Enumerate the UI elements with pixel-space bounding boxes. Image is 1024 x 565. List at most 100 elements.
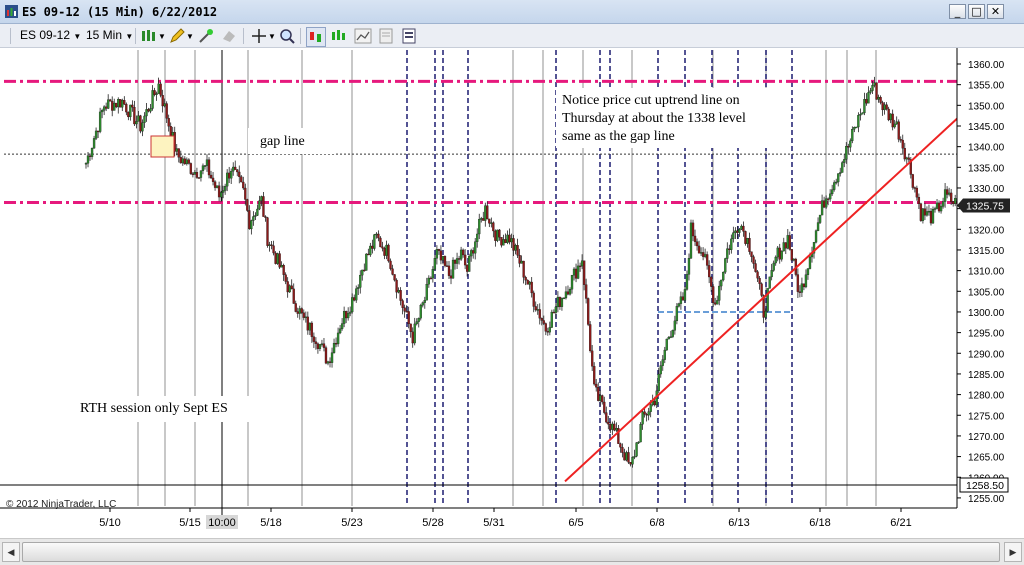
candle-body bbox=[887, 108, 890, 121]
candle-body bbox=[784, 242, 787, 249]
candle-body bbox=[280, 265, 283, 268]
x-tick-label: 5/28 bbox=[422, 517, 443, 529]
x-tick-label: 5/31 bbox=[483, 517, 504, 529]
template-icon[interactable] bbox=[377, 27, 395, 45]
candle-body bbox=[703, 254, 707, 257]
candle-body bbox=[568, 289, 572, 295]
candle-body bbox=[845, 146, 848, 160]
candle-body bbox=[121, 100, 124, 108]
candle-body bbox=[605, 412, 608, 423]
candle-body bbox=[492, 222, 495, 232]
candle-body bbox=[363, 269, 366, 272]
candle-body bbox=[373, 234, 376, 249]
y-tick-label: 1270.00 bbox=[968, 432, 1005, 443]
maximize-button[interactable]: □ bbox=[968, 4, 985, 19]
candle-body bbox=[574, 268, 578, 279]
ohlc-style-icon[interactable] bbox=[330, 27, 348, 45]
chevron-down-icon[interactable]: ▼ bbox=[158, 32, 166, 41]
candle-body bbox=[209, 174, 213, 179]
candle-body bbox=[631, 457, 634, 465]
price-chart-area[interactable]: 1255.001260.001265.001270.001275.001280.… bbox=[0, 48, 1024, 538]
scroll-left-arrow-icon[interactable]: ◀ bbox=[2, 542, 20, 562]
candle-body bbox=[288, 285, 291, 293]
candle-body bbox=[796, 274, 800, 292]
chevron-down-icon[interactable]: ▼ bbox=[186, 32, 194, 41]
candle-body bbox=[774, 256, 777, 264]
pencil-icon[interactable] bbox=[168, 27, 186, 45]
candlestick-style-icon[interactable] bbox=[306, 27, 326, 47]
candle-body bbox=[409, 323, 412, 332]
candle-body bbox=[599, 395, 602, 401]
properties-icon[interactable] bbox=[400, 27, 418, 45]
candle-body bbox=[742, 225, 745, 232]
candle-body bbox=[782, 242, 785, 252]
minimize-button[interactable]: _ bbox=[949, 4, 966, 19]
bar-type-icon[interactable] bbox=[140, 27, 158, 45]
candle-body bbox=[230, 170, 233, 179]
eraser-icon[interactable] bbox=[220, 27, 238, 45]
candle-body bbox=[754, 263, 757, 272]
candle-body bbox=[528, 281, 531, 285]
candle-body bbox=[262, 196, 265, 217]
candle-body bbox=[806, 268, 810, 275]
candle-body bbox=[508, 234, 511, 243]
candle-body bbox=[699, 252, 703, 254]
candle-body bbox=[853, 127, 856, 130]
candle-body bbox=[667, 337, 670, 340]
candle-body bbox=[905, 157, 908, 160]
candle-body bbox=[139, 115, 142, 132]
candle-body bbox=[228, 172, 231, 179]
line-chart-icon[interactable] bbox=[354, 27, 372, 45]
candle-body bbox=[461, 249, 465, 256]
candle-body bbox=[875, 82, 878, 100]
candle-body bbox=[550, 311, 553, 328]
candle-body bbox=[94, 130, 98, 139]
candle-body bbox=[205, 159, 209, 166]
candle-body bbox=[161, 95, 164, 107]
candle-body bbox=[903, 148, 906, 160]
chevron-down-icon[interactable]: ▼ bbox=[268, 32, 276, 41]
candle-body bbox=[88, 155, 92, 157]
candle-body bbox=[623, 452, 626, 461]
x-tick-label: 5/18 bbox=[260, 517, 281, 529]
copyright-text: © 2012 NinjaTrader, LLC bbox=[6, 499, 116, 510]
candle-body bbox=[933, 208, 937, 210]
crosshair-icon[interactable] bbox=[250, 27, 268, 45]
interval-selector[interactable]: 15 Min ▼ bbox=[86, 28, 133, 42]
candle-body bbox=[788, 235, 791, 250]
candle-body bbox=[435, 249, 439, 259]
candle-body bbox=[943, 189, 947, 202]
candle-body bbox=[125, 104, 128, 113]
horizontal-scrollbar[interactable]: ◀ ▶ bbox=[0, 538, 1024, 565]
candle-body bbox=[752, 256, 755, 264]
candle-body bbox=[306, 316, 309, 331]
candle-body bbox=[950, 192, 953, 202]
candle-body bbox=[308, 322, 312, 331]
zoom-icon[interactable] bbox=[278, 27, 296, 45]
magic-wand-icon[interactable] bbox=[197, 27, 215, 45]
candle-body bbox=[629, 462, 632, 465]
candlestick-chart[interactable]: 1255.001260.001265.001270.001275.001280.… bbox=[0, 48, 1024, 538]
scrollbar-thumb[interactable] bbox=[22, 542, 1000, 562]
candle-body bbox=[873, 82, 876, 86]
candle-body bbox=[524, 277, 527, 281]
candle-body bbox=[818, 214, 822, 223]
chart-toolbar: ES 09-12 ▼ 15 Min ▼ ▼ ▼ ▼ bbox=[0, 24, 1024, 48]
candle-body bbox=[310, 322, 314, 337]
instrument-selector[interactable]: ES 09-12 ▼ bbox=[20, 28, 81, 42]
candle-body bbox=[342, 311, 346, 324]
candle-body bbox=[510, 238, 513, 243]
candle-body bbox=[558, 296, 562, 307]
candle-body bbox=[377, 233, 380, 239]
candle-body bbox=[883, 104, 886, 111]
candle-body bbox=[746, 238, 749, 244]
candle-body bbox=[127, 111, 130, 118]
close-button[interactable]: ✕ bbox=[987, 4, 1004, 19]
candle-body bbox=[395, 279, 398, 293]
candle-body bbox=[246, 199, 249, 211]
candle-body bbox=[488, 218, 491, 224]
scroll-right-arrow-icon[interactable]: ▶ bbox=[1004, 542, 1022, 562]
candle-body bbox=[601, 395, 604, 403]
candle-body bbox=[730, 238, 733, 250]
candle-body bbox=[514, 245, 517, 251]
